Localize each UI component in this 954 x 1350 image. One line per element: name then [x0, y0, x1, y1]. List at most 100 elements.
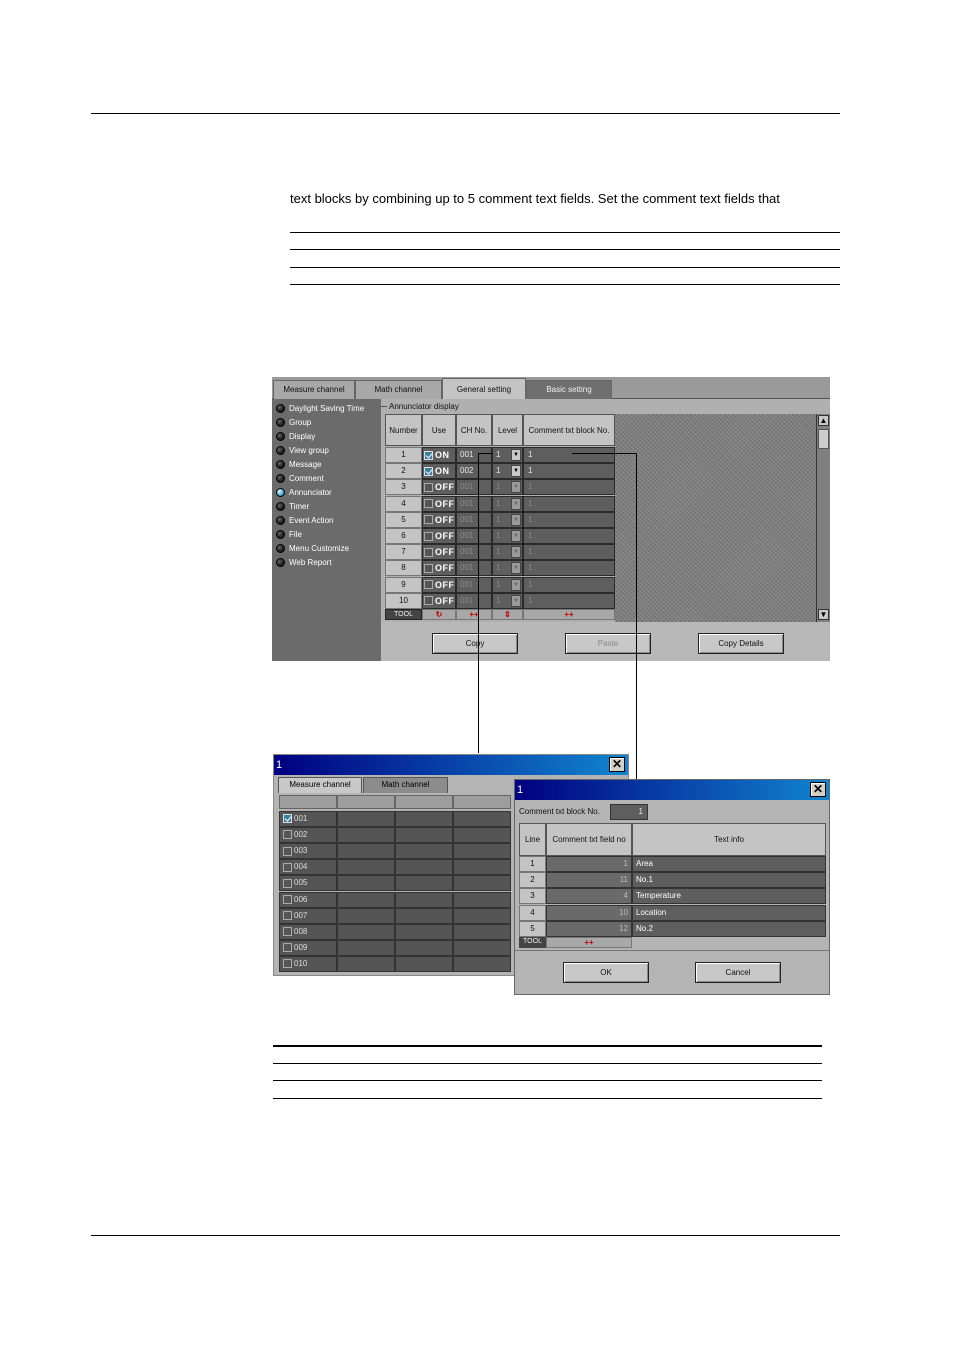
fill-icon[interactable]: ++ [546, 937, 632, 948]
close-icon[interactable]: ✕ [609, 757, 625, 772]
checkbox-icon[interactable] [424, 580, 433, 590]
channel-cell[interactable]: 006 [279, 891, 337, 908]
use-toggle[interactable]: OFF [422, 560, 456, 577]
checkbox-icon[interactable] [283, 830, 292, 840]
tab-measure-channel[interactable]: Measure channel [273, 380, 355, 399]
checkbox-icon[interactable] [424, 499, 433, 509]
chevron-down-icon[interactable]: ▼ [511, 497, 521, 510]
checkbox-icon[interactable] [283, 910, 292, 920]
channel-cell[interactable]: 007 [279, 907, 337, 924]
checkbox-icon[interactable] [424, 547, 433, 557]
comment-block-field[interactable]: 1 [523, 495, 615, 512]
ch-no-field[interactable]: 001 [456, 447, 492, 463]
checkbox-icon[interactable] [424, 563, 433, 573]
ch-no-field[interactable]: 001 [456, 495, 492, 512]
tab-math-channel[interactable]: Math channel [355, 380, 442, 399]
copy-details-button[interactable]: Copy Details [698, 633, 784, 654]
chevron-down-icon[interactable]: ▼ [511, 513, 521, 526]
channel-cell[interactable]: 003 [279, 843, 337, 860]
ch-no-field[interactable]: 001 [456, 544, 492, 561]
ch-no-field[interactable]: 001 [456, 576, 492, 593]
chevron-down-icon[interactable]: ▼ [511, 562, 521, 575]
comment-block-field[interactable]: 1 [523, 447, 615, 463]
use-toggle[interactable]: OFF [422, 592, 456, 609]
comment-block-field[interactable]: 1 [523, 511, 615, 528]
channel-cell[interactable]: 005 [279, 875, 337, 892]
level-select[interactable]: 1 ▼ [492, 592, 523, 609]
checkbox-icon[interactable] [424, 450, 433, 460]
use-toggle[interactable]: ON [422, 463, 456, 480]
ch-no-field[interactable]: 002 [456, 463, 492, 480]
field-no-value[interactable]: 10 [546, 904, 632, 921]
checkbox-icon[interactable] [424, 531, 433, 541]
level-select[interactable]: 1 ▼ [492, 463, 523, 480]
checkbox-icon[interactable] [424, 515, 433, 525]
sidebar-item[interactable]: View group [276, 444, 329, 457]
level-select[interactable]: 1 ▼ [492, 447, 523, 463]
checkbox-icon[interactable] [424, 482, 433, 492]
channel-cell[interactable]: 002 [279, 827, 337, 844]
checkbox-icon[interactable] [424, 466, 433, 476]
field-no-value[interactable]: 1 [546, 856, 632, 872]
use-toggle[interactable]: OFF [422, 511, 456, 528]
tab-math-channel[interactable]: Math channel [363, 777, 448, 793]
sidebar-item[interactable]: Menu Customize [276, 542, 349, 555]
block-no-field[interactable]: 1 [610, 804, 648, 820]
ch-no-field[interactable]: 001 [456, 511, 492, 528]
checkbox-icon[interactable] [283, 943, 292, 953]
channel-cell[interactable]: 010 [279, 955, 337, 972]
cancel-button[interactable]: Cancel [695, 962, 781, 983]
sidebar-item[interactable]: Timer [276, 500, 309, 513]
sidebar-item[interactable]: Display [276, 430, 315, 443]
chevron-down-icon[interactable]: ▼ [511, 530, 521, 542]
comment-block-field[interactable]: 1 [523, 576, 615, 593]
tab-general-setting[interactable]: General setting [442, 378, 526, 399]
sidebar-item[interactable]: Web Report [276, 556, 332, 569]
fill-icon[interactable]: ++ [523, 609, 615, 620]
sidebar-item[interactable]: Event Action [276, 514, 333, 527]
use-toggle[interactable]: OFF [422, 544, 456, 561]
checkbox-icon[interactable] [283, 927, 292, 937]
sidebar-item[interactable]: File [276, 528, 302, 541]
comment-block-field[interactable]: 1 [523, 479, 615, 496]
sidebar-item[interactable]: Comment [276, 472, 324, 485]
scroll-up-icon[interactable]: ▲ [818, 415, 829, 426]
use-toggle[interactable]: OFF [422, 479, 456, 496]
field-no-value[interactable]: 11 [546, 872, 632, 889]
sort-icon[interactable]: ⇕ [492, 609, 523, 620]
ch-no-field[interactable]: 001 [456, 528, 492, 544]
vertical-scrollbar[interactable]: ▲ ▼ [816, 414, 830, 622]
ch-no-field[interactable]: 001 [456, 479, 492, 496]
level-select[interactable]: 1 ▼ [492, 528, 523, 544]
checkbox-icon[interactable] [283, 959, 292, 969]
channel-cell[interactable]: 004 [279, 859, 337, 876]
comment-block-field[interactable]: 1 [523, 528, 615, 544]
level-select[interactable]: 1 ▼ [492, 511, 523, 528]
chevron-down-icon[interactable]: ▼ [511, 578, 521, 591]
checkbox-icon[interactable] [283, 846, 292, 856]
comment-block-field[interactable]: 1 [523, 463, 615, 480]
close-icon[interactable]: ✕ [810, 782, 826, 797]
tab-measure-channel[interactable]: Measure channel [278, 777, 362, 793]
sidebar-item[interactable]: Group [276, 416, 311, 429]
channel-cell[interactable]: 001 [279, 811, 337, 827]
use-toggle[interactable]: ON [422, 447, 456, 463]
comment-block-field[interactable]: 1 [523, 544, 615, 561]
use-toggle[interactable]: OFF [422, 576, 456, 593]
scroll-thumb[interactable] [818, 429, 829, 449]
checkbox-icon[interactable] [283, 878, 292, 888]
copy-button[interactable]: Copy [432, 633, 518, 654]
checkbox-icon[interactable] [424, 596, 433, 606]
level-select[interactable]: 1 ▼ [492, 544, 523, 561]
paste-button[interactable]: Paste [565, 633, 651, 654]
scroll-down-icon[interactable]: ▼ [818, 609, 829, 620]
checkbox-icon[interactable] [283, 814, 292, 824]
sidebar-item[interactable]: Message [276, 458, 321, 471]
use-toggle[interactable]: OFF [422, 495, 456, 512]
tab-basic-setting[interactable]: Basic setting [526, 380, 612, 399]
chevron-down-icon[interactable]: ▼ [511, 546, 521, 559]
sidebar-item[interactable]: Daylight Saving Time [276, 402, 364, 415]
reset-icon[interactable]: ↻ [422, 609, 456, 620]
field-no-value[interactable]: 12 [546, 920, 632, 937]
fill-icon[interactable]: ++ [456, 609, 492, 620]
